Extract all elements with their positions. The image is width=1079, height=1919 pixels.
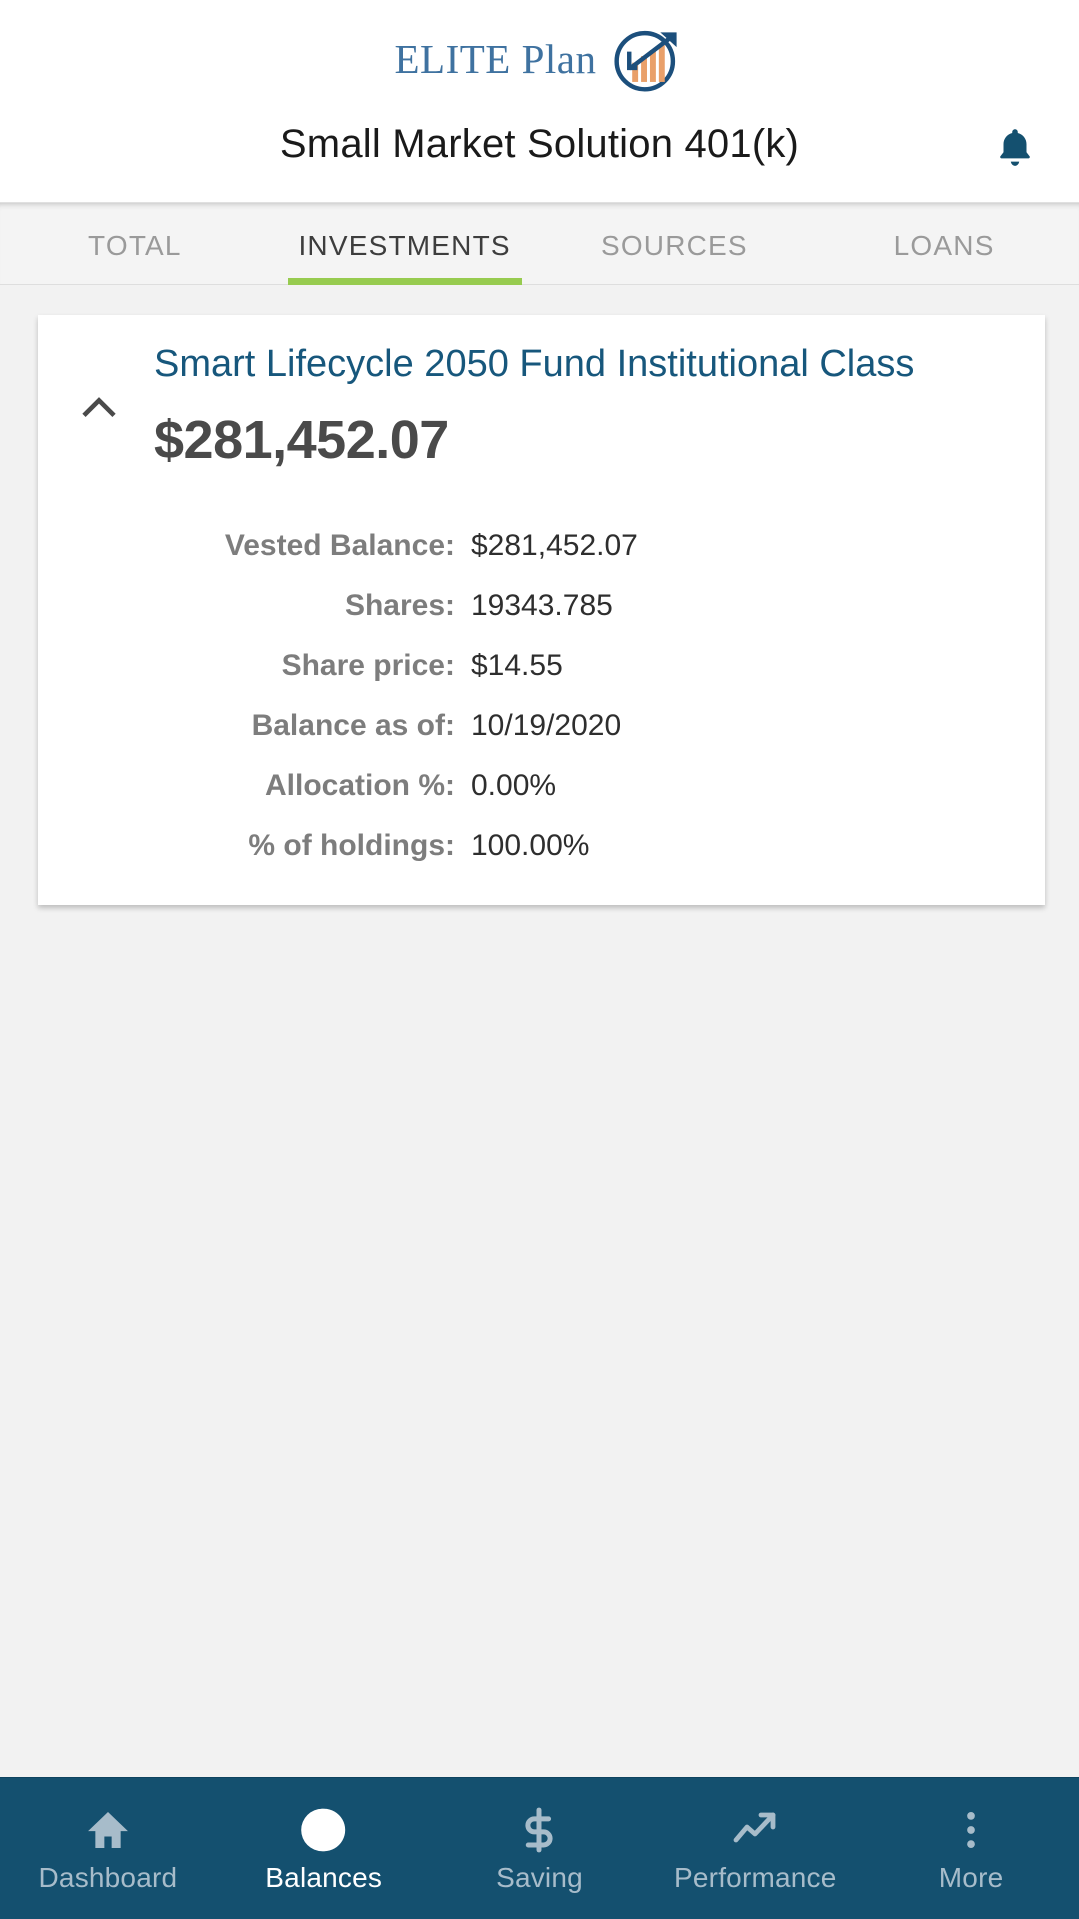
tab-investments-label: INVESTMENTS	[298, 230, 511, 261]
nav-label-saving: Saving	[496, 1861, 583, 1893]
nav-label-dashboard: Dashboard	[38, 1861, 178, 1893]
nav-item-performance[interactable]: Performance	[647, 1778, 863, 1919]
detail-label: Allocation %:	[264, 769, 455, 803]
fund-balance-amount: $281,452.07	[154, 410, 449, 471]
trending-up-icon	[731, 1804, 779, 1856]
tab-loans[interactable]: LOANS	[809, 230, 1079, 284]
detail-label: Shares:	[344, 589, 455, 623]
tab-loans-label: LOANS	[893, 230, 995, 261]
fund-detail-list: Vested Balance: $281,452.07 Shares: 1934…	[38, 529, 1045, 863]
detail-row-balance-as-of: Balance as of: 10/19/2020	[38, 709, 1045, 743]
nav-item-saving[interactable]: Saving	[432, 1778, 648, 1919]
pie-chart-icon	[300, 1804, 348, 1856]
nav-label-more: More	[938, 1861, 1004, 1893]
detail-row-percent-of-holdings: % of holdings: 100.00%	[38, 829, 1045, 863]
nav-item-dashboard[interactable]: Dashboard	[0, 1778, 216, 1919]
detail-value: 19343.785	[471, 589, 613, 623]
detail-value: $14.55	[471, 649, 563, 683]
title-row: Small Market Solution 401(k)	[0, 118, 1079, 203]
more-vertical-icon	[949, 1804, 993, 1856]
fund-name[interactable]: Smart Lifecycle 2050 Fund Institutional …	[154, 343, 1011, 385]
chevron-up-icon[interactable]	[60, 343, 138, 431]
tab-sources[interactable]: SOURCES	[540, 230, 810, 284]
detail-value: 0.00%	[471, 769, 557, 803]
detail-row-vested-balance: Vested Balance: $281,452.07	[38, 529, 1045, 563]
detail-value: $281,452.07	[471, 529, 638, 563]
fund-card-header[interactable]: Smart Lifecycle 2050 Fund Institutional …	[38, 343, 1045, 471]
section-tabs: TOTAL INVESTMENTS SOURCES LOANS	[0, 203, 1079, 285]
growth-chart-circle-logo-icon	[610, 22, 684, 96]
page-title: Small Market Solution 401(k)	[279, 122, 800, 166]
fund-summary: Smart Lifecycle 2050 Fund Institutional …	[138, 343, 1011, 471]
brand-logo: ELITE Plan	[0, 0, 1079, 118]
detail-label: Balance as of:	[251, 709, 455, 743]
detail-value: 10/19/2020	[471, 709, 622, 743]
nav-item-more[interactable]: More	[863, 1778, 1079, 1919]
nav-item-balances[interactable]: Balances	[216, 1778, 432, 1919]
detail-label: Vested Balance:	[224, 529, 455, 563]
notification-bell-icon[interactable]	[985, 118, 1045, 178]
fund-card: Smart Lifecycle 2050 Fund Institutional …	[38, 315, 1045, 906]
dollar-sign-icon	[516, 1804, 562, 1856]
tab-sources-label: SOURCES	[600, 230, 748, 261]
logo-wordmark: ELITE Plan	[394, 36, 597, 82]
app-header: ELITE Plan Small Market Solution 401(k)	[0, 0, 1079, 203]
detail-label: Share price:	[281, 649, 455, 683]
nav-label-balances: Balances	[265, 1861, 383, 1893]
detail-value: 100.00%	[471, 829, 590, 863]
detail-row-share-price: Share price: $14.55	[38, 649, 1045, 683]
tab-total[interactable]: TOTAL	[0, 230, 270, 284]
home-icon	[85, 1804, 131, 1856]
bottom-navigation: Dashboard Balances Saving Performance Mo…	[0, 1777, 1079, 1919]
nav-label-performance: Performance	[674, 1861, 837, 1893]
tab-total-label: TOTAL	[88, 230, 182, 261]
detail-label: % of holdings:	[248, 829, 455, 863]
detail-row-shares: Shares: 19343.785	[38, 589, 1045, 623]
main-content: Smart Lifecycle 2050 Fund Institutional …	[0, 285, 1079, 906]
detail-row-allocation-percent: Allocation %: 0.00%	[38, 769, 1045, 803]
tab-investments[interactable]: INVESTMENTS	[270, 230, 540, 285]
